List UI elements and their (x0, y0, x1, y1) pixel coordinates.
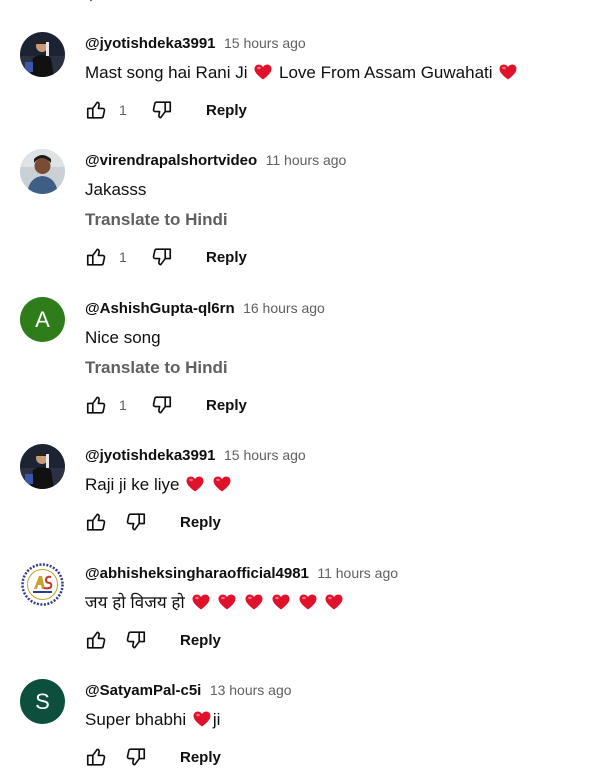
dislike-button[interactable] (125, 511, 147, 533)
like-button[interactable] (85, 629, 107, 651)
comment-text: Raji ji ke liye (85, 474, 587, 496)
comment-author[interactable]: @abhisheksingharaofficial4981 (85, 565, 309, 582)
comment-author[interactable]: @jyotishdeka3991 (85, 447, 216, 464)
thumbs-down-icon (125, 511, 147, 533)
avatar-letter: S (35, 688, 50, 714)
heart-emoji-icon (193, 711, 211, 727)
avatar[interactable] (20, 444, 65, 489)
comment-timestamp[interactable]: 16 hours ago (243, 300, 325, 316)
translate-button[interactable]: Translate to Hindi (85, 357, 587, 379)
avatar[interactable]: S (20, 679, 65, 724)
like-button[interactable] (85, 746, 107, 768)
comment-timestamp[interactable]: 11 hours ago (266, 152, 347, 168)
heart-emoji-icon (499, 64, 517, 80)
avatar[interactable]: A (20, 297, 65, 342)
reply-button[interactable]: Reply (180, 514, 221, 531)
comment-timestamp[interactable]: 13 hours ago (210, 682, 292, 698)
thumbs-up-icon (85, 246, 107, 268)
reply-button[interactable]: Reply (180, 632, 221, 649)
dislike-button[interactable] (125, 629, 147, 651)
comment-text: जय हो विजय हो (85, 592, 587, 614)
dislike-button[interactable] (125, 746, 147, 768)
heart-emoji-icon (245, 594, 263, 610)
thumbs-down-icon (151, 246, 173, 268)
translate-button[interactable]: Translate to Hindi (85, 209, 587, 231)
avatar-letter: A (35, 306, 50, 332)
thumbs-down-icon (125, 746, 147, 768)
comment-author[interactable]: @jyotishdeka3991 (85, 35, 216, 52)
avatar[interactable] (20, 149, 65, 194)
comment-text: Jakasss (85, 180, 147, 199)
heart-emoji-icon (213, 476, 231, 492)
comment-timestamp[interactable]: 15 hours ago (224, 35, 306, 51)
thumbs-up-icon (85, 99, 107, 121)
heart-emoji-icon (192, 594, 210, 610)
avatar[interactable] (20, 562, 65, 607)
thumbs-down-icon (151, 99, 173, 121)
avatar[interactable] (20, 32, 65, 77)
thumbs-up-icon (85, 746, 107, 768)
like-button[interactable] (85, 246, 107, 268)
reply-button[interactable]: Reply (206, 249, 247, 266)
like-button[interactable] (85, 99, 107, 121)
heart-emoji-icon (218, 594, 236, 610)
dislike-button[interactable] (151, 394, 173, 416)
like-button[interactable] (85, 394, 107, 416)
heart-emoji-icon (186, 476, 204, 492)
comment-timestamp[interactable]: 15 hours ago (224, 447, 306, 463)
thumbs-up-icon (85, 394, 107, 416)
comment-timestamp[interactable]: 11 hours ago (317, 565, 398, 581)
heart-emoji-icon (299, 594, 317, 610)
reply-button[interactable]: Reply (206, 102, 247, 119)
comment-text: Mast song hai Rani Ji Love From Assam Gu… (85, 62, 587, 84)
comment-text: Super bhabhi ji (85, 710, 221, 729)
previous-comment-actions-stub (85, 0, 235, 6)
comment-author[interactable]: @SatyamPal-c5i (85, 682, 201, 699)
heart-emoji-icon (325, 594, 343, 610)
thumbs-down-icon (125, 629, 147, 651)
like-count: 1 (119, 249, 127, 265)
comment-author[interactable]: @virendrapalshortvideo (85, 152, 257, 169)
like-count: 1 (119, 102, 127, 118)
heart-emoji-icon (254, 64, 272, 80)
comment-author[interactable]: @AshishGupta-ql6rn (85, 300, 235, 317)
reply-button[interactable]: Reply (206, 397, 247, 414)
dislike-button[interactable] (151, 246, 173, 268)
like-count: 1 (119, 397, 127, 413)
like-button[interactable] (85, 511, 107, 533)
comment-text: Nice song (85, 328, 161, 347)
thumbs-up-icon (85, 511, 107, 533)
dislike-button[interactable] (151, 99, 173, 121)
heart-emoji-icon (272, 594, 290, 610)
thumbs-down-icon (151, 394, 173, 416)
thumbs-up-icon (85, 629, 107, 651)
